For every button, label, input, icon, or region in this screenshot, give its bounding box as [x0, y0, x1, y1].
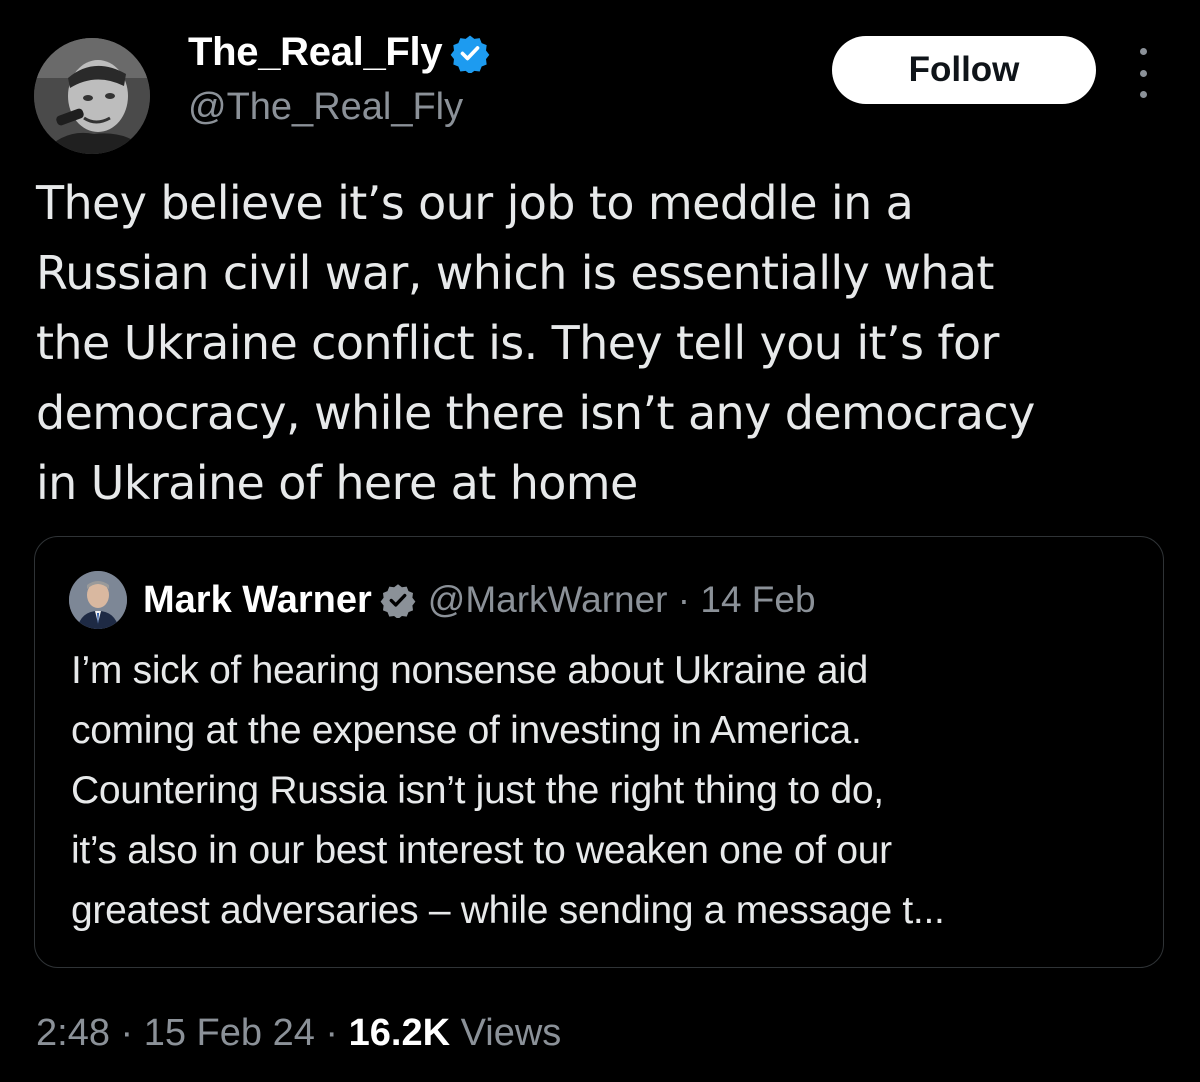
verified-badge-icon — [450, 33, 490, 73]
tweet-text: They believe it’s our job to meddle in a… — [36, 176, 1035, 510]
quoted-author-name[interactable]: Mark Warner — [143, 579, 372, 622]
views-label: Views — [450, 1012, 562, 1054]
author-name-row[interactable]: The_Real_Fly — [188, 30, 490, 75]
dot-icon — [1139, 91, 1147, 98]
more-options-icon[interactable] — [1128, 48, 1158, 98]
author-display-name[interactable]: The_Real_Fly — [188, 30, 443, 75]
tweet-footer: 2:48 · 15 Feb 24 · 16.2K Views — [36, 1012, 561, 1055]
quoted-verified-badge-icon — [380, 582, 416, 618]
tweet-timestamp[interactable]: 2:48 · 15 Feb 24 · — [36, 1012, 349, 1054]
quoted-tweet-header: Mark Warner @MarkWarner · 14 Feb — [69, 571, 816, 629]
quoted-handle-date: @MarkWarner · 14 Feb — [427, 579, 816, 620]
dot-icon — [1139, 48, 1147, 55]
quoted-author-avatar[interactable] — [69, 571, 127, 629]
views-count: 16.2K — [348, 1012, 451, 1054]
quoted-tweet-card[interactable]: Mark Warner @MarkWarner · 14 Feb I’m sic… — [34, 536, 1164, 968]
dot-icon — [1139, 69, 1147, 77]
author-handle[interactable]: @The_Real_Fly — [188, 86, 463, 129]
author-avatar[interactable] — [34, 38, 150, 154]
tweet-header: The_Real_Fly @The_Real_Fly Follow — [34, 26, 1174, 154]
quoted-tweet-text: I’m sick of hearing nonsense about Ukrai… — [71, 649, 945, 932]
follow-button[interactable]: Follow — [832, 36, 1096, 104]
